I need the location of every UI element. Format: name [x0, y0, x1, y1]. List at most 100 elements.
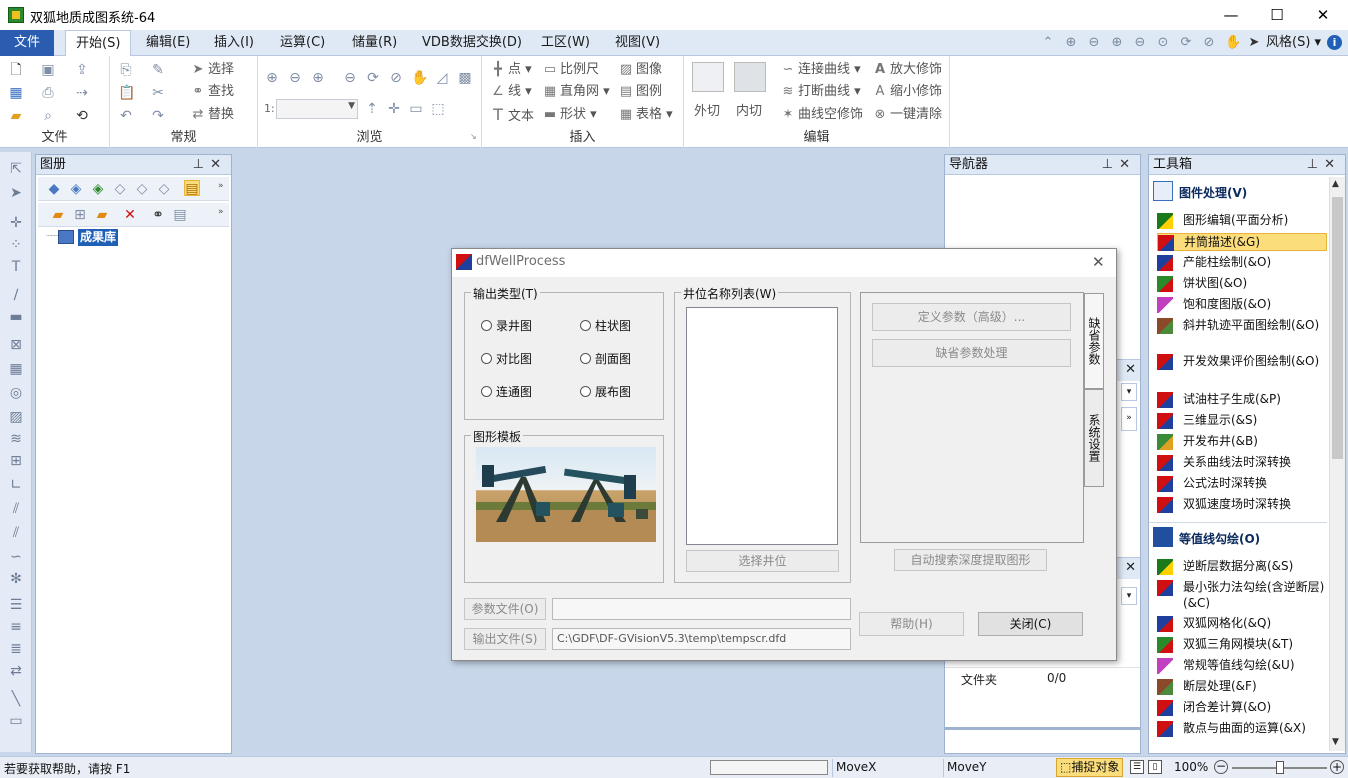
help-button[interactable]: 帮助(H)	[859, 612, 964, 636]
zoom-previous-icon[interactable]: ⊘	[388, 70, 404, 86]
toolbox-item[interactable]: 饱和度图版(&O)	[1157, 296, 1327, 314]
fill-icon[interactable]: ▬	[6, 308, 26, 326]
insert-line-button[interactable]: ∠ 线 ▾	[490, 82, 532, 102]
properties-icon[interactable]: ▤	[172, 207, 188, 223]
output-file-button[interactable]: 输出文件(S)	[464, 628, 546, 650]
open-folder-icon[interactable]: ▰	[8, 108, 24, 124]
zoom-in-icon[interactable]: ⊕	[264, 70, 280, 86]
zoom-window-icon[interactable]: ⊕	[1110, 36, 1124, 50]
toolbox-item[interactable]: 开发效果评价图绘制(&O)	[1157, 353, 1327, 387]
connect-curve-button[interactable]: ∽ 连接曲线 ▾	[780, 60, 861, 80]
crosshair-icon[interactable]: ✛	[386, 101, 402, 117]
toolbox-item[interactable]: 双狐三角网模块(&T)	[1157, 636, 1327, 654]
lines-3-icon[interactable]: ≣	[6, 640, 26, 658]
copy-icon[interactable]: ⎘	[118, 62, 134, 78]
toolbox-item[interactable]: 产能柱绘制(&O)	[1157, 254, 1327, 272]
menu-reserves[interactable]: 储量(R)	[342, 30, 407, 56]
zoom-out-icon[interactable]: −	[1214, 760, 1228, 774]
chevron-down-icon[interactable]: ▾	[1121, 587, 1137, 605]
delete-icon[interactable]: ✕	[122, 207, 138, 223]
zoom-slider-thumb[interactable]	[1276, 761, 1284, 774]
zoom-all-icon[interactable]: ⊖	[1133, 36, 1147, 50]
globe-icon[interactable]: ◎	[6, 384, 26, 402]
layer-active-icon[interactable]: ▤	[184, 180, 200, 197]
section-contour-header[interactable]: 等值线勾绘(O)	[1179, 530, 1260, 547]
zoom-out-decor-button[interactable]: A 缩小修饰	[872, 82, 942, 102]
toolbox-item[interactable]: 图形编辑(平面分析)	[1157, 212, 1327, 230]
toolbox-item[interactable]: 关系曲线法时深转换	[1157, 454, 1327, 472]
select-arrow-icon[interactable]: ➤	[6, 184, 26, 202]
pan-hand-icon[interactable]: ✋	[1225, 36, 1241, 50]
pan-hand-icon[interactable]: ✋	[411, 70, 428, 86]
scroll-down-icon[interactable]: ▼	[1332, 737, 1339, 747]
new-map-icon[interactable]: ⊞	[72, 207, 88, 223]
line-icon[interactable]: ∕	[6, 286, 26, 304]
close-window-button[interactable]: ✕	[1300, 0, 1346, 30]
toolbox-item[interactable]: 双狐速度场时深转换	[1157, 496, 1327, 514]
folder-icon[interactable]: ▰	[50, 207, 66, 223]
toolbox-item[interactable]: 试油柱子生成(&P)	[1157, 391, 1327, 409]
find-button[interactable]: ⚭ 查找	[190, 82, 234, 102]
layer-merge-icon[interactable]: ◇	[134, 181, 150, 197]
inner-cut-label[interactable]: 内切	[736, 100, 762, 119]
curve-icon[interactable]: ∽	[6, 548, 26, 566]
clear-all-button[interactable]: ⊗ 一键清除	[872, 105, 942, 125]
radio-correlation[interactable]: 对比图	[481, 351, 532, 367]
layer-add-icon[interactable]: ◆	[46, 181, 62, 197]
toolbox-item[interactable]: 逆断层数据分离(&S)	[1157, 558, 1327, 576]
snap-object-toggle[interactable]: ⬚捕捉对象	[1056, 758, 1124, 777]
frame-icon[interactable]: ⊠	[6, 336, 26, 354]
radio-column[interactable]: 柱状图	[580, 318, 631, 334]
diagonal-line-icon[interactable]: ╲	[6, 690, 26, 708]
outer-cut-icon[interactable]	[692, 62, 724, 92]
section-map-processing-header[interactable]: 图件处理(V)	[1179, 184, 1247, 201]
close-icon[interactable]: ✕	[1324, 157, 1341, 172]
send-icon[interactable]: ⇢	[74, 85, 90, 101]
tab-system-settings[interactable]: 系统设置	[1084, 389, 1104, 487]
lines-2-icon[interactable]: ≡	[6, 618, 26, 636]
scale-combo[interactable]: ▼	[276, 99, 358, 119]
zoom-in-decor-button[interactable]: A 放大修饰	[872, 60, 942, 80]
book-view-icon[interactable]: ▯	[1148, 760, 1162, 774]
toolbox-item[interactable]: 井筒描述(&G)	[1157, 233, 1327, 251]
zoom-center-icon[interactable]: ⊙	[1156, 36, 1170, 50]
layer-up-icon[interactable]: ⇡	[364, 101, 380, 117]
toolbox-item[interactable]: 开发布井(&B)	[1157, 433, 1327, 451]
convert-icon[interactable]: ⟲	[74, 108, 90, 124]
close-icon[interactable]: ✕	[1125, 362, 1136, 377]
more-icon[interactable]: »	[218, 181, 224, 191]
maximize-button[interactable]: ☐	[1254, 0, 1300, 30]
menu-edit[interactable]: 编辑(E)	[136, 30, 200, 56]
radio-connectivity[interactable]: 连通图	[481, 384, 532, 400]
inner-cut-icon[interactable]	[734, 62, 766, 92]
panel-splitter[interactable]	[945, 727, 1140, 730]
zoom-in-icon[interactable]: +	[1330, 760, 1344, 774]
toolbox-item[interactable]: 饼状图(&O)	[1157, 275, 1327, 293]
menu-insert[interactable]: 插入(I)	[204, 30, 264, 56]
zoom-refresh-icon[interactable]: ⟳	[365, 70, 381, 86]
close-dialog-button[interactable]: 关闭(C)	[978, 612, 1083, 636]
more-icon[interactable]: »	[218, 207, 224, 217]
tree-item-root[interactable]: 成果库	[78, 229, 119, 246]
swap-icon[interactable]: ⇄	[6, 662, 26, 680]
undo-icon[interactable]: ↶	[118, 108, 134, 124]
layer-green-icon[interactable]: ◈	[90, 181, 106, 197]
scroll-thumb[interactable]	[1332, 197, 1343, 459]
zoom-in-icon[interactable]: ⊕	[1064, 36, 1078, 50]
pin-icon[interactable]: ⊥	[1102, 157, 1119, 172]
insert-grid-button[interactable]: ▦ 直角网 ▾	[542, 82, 610, 102]
lines-icon[interactable]: ☰	[6, 596, 26, 614]
replace-button[interactable]: ⇄ 替换	[190, 105, 234, 125]
dialog-close-button[interactable]: ✕	[1092, 253, 1105, 271]
toolbox-item[interactable]: 散点与曲面的运算(&X)	[1157, 720, 1327, 738]
insert-point-button[interactable]: ╋ 点 ▾	[490, 60, 532, 80]
toolbox-item[interactable]: 公式法时深转换	[1157, 475, 1327, 493]
redo-icon[interactable]: ↷	[150, 108, 166, 124]
define-params-button[interactable]: 定义参数（高级）...	[872, 303, 1071, 331]
scale-icon[interactable]: ⊞	[6, 452, 26, 470]
close-icon[interactable]: ✕	[1119, 157, 1136, 172]
cut-icon[interactable]: ✂	[150, 85, 166, 101]
pointer-icon[interactable]: ➤	[1247, 36, 1261, 50]
break-curve-button[interactable]: ≋ 打断曲线 ▾	[780, 82, 861, 102]
curve-decor-button[interactable]: ✶ 曲线空修饰	[780, 105, 863, 125]
